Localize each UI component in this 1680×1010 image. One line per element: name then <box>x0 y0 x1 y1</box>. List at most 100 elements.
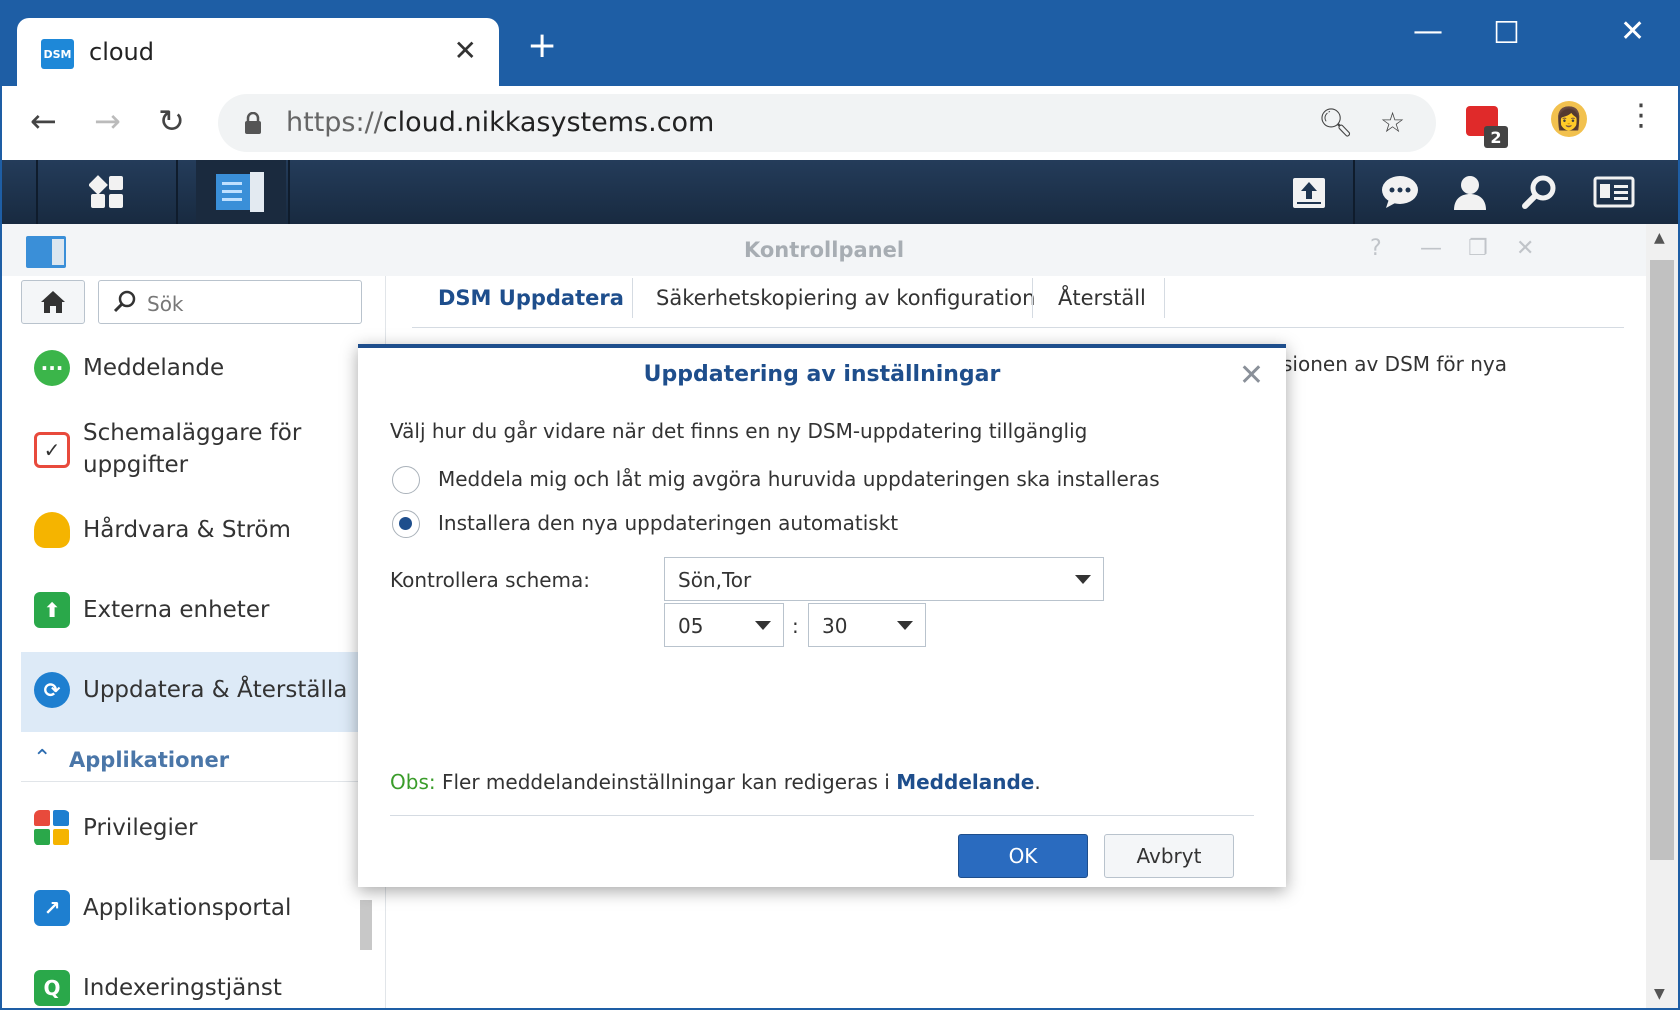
ok-button[interactable]: OK <box>958 834 1088 878</box>
dialog-divider <box>390 815 1254 816</box>
notifications-button[interactable] <box>1376 160 1424 224</box>
dsm-favicon-icon: DSM <box>41 39 74 69</box>
close-icon[interactable]: ✕ <box>1516 236 1534 261</box>
page-scrollbar[interactable]: ▲ ▼ <box>1646 224 1678 1010</box>
restore-icon[interactable]: ❐ <box>1468 236 1488 261</box>
minimize-icon[interactable]: — <box>1420 236 1442 261</box>
tab-divider <box>1164 278 1165 318</box>
sidebar-item-meddelande[interactable]: ··· Meddelande <box>21 332 359 412</box>
sidebar-item-label: Externa enheter <box>83 597 270 623</box>
refresh-icon: ⟳ <box>34 672 70 708</box>
sidebar-item-label: Uppdatera & Återställa <box>83 677 348 703</box>
sidebar-section-label: Applikationer <box>69 748 230 772</box>
sidebar-item-uppdatera-aterstalla[interactable]: ⟳ Uppdatera & Återställa <box>21 652 359 732</box>
bookmark-star-icon[interactable]: ☆ <box>1380 106 1405 139</box>
grid-icon <box>34 810 69 845</box>
chat-icon: ··· <box>34 350 70 386</box>
hour-select[interactable]: 05 <box>664 603 784 647</box>
taskbar-control-panel-button[interactable] <box>196 160 286 224</box>
more-menu-icon[interactable]: ⋮ <box>1626 98 1656 133</box>
sidebar-item-label: Indexeringstjänst <box>83 975 282 1001</box>
background-description: sionen av DSM för nya <box>1282 352 1508 376</box>
dialog-title: Uppdatering av inställningar <box>643 362 1001 387</box>
browser-toolbar: ← → ↻ https://cloud.nikkasystems.com 🔍︎ … <box>0 86 1680 160</box>
sidebar-item-hardvara[interactable]: Hårdvara & Ström <box>21 492 359 572</box>
upload-queue-button[interactable] <box>1285 160 1333 224</box>
url-text: https://cloud.nikkasystems.com <box>286 107 715 138</box>
lightbulb-icon <box>34 512 70 548</box>
note-body: Fler meddelandeinställningar kan rediger… <box>435 770 897 794</box>
dialog-description: Välj hur du går vidare när det finns en … <box>390 419 1088 443</box>
minimize-window-icon[interactable]: — <box>1413 14 1443 49</box>
user-icon <box>1454 176 1486 210</box>
back-arrow-icon[interactable]: ← <box>30 102 57 140</box>
sidebar-item-privilegier[interactable]: Privilegier <box>21 790 359 870</box>
scroll-down-icon[interactable]: ▼ <box>1654 986 1665 1002</box>
maximize-window-icon[interactable]: ☐ <box>1493 16 1520 51</box>
select-value: 30 <box>822 614 848 638</box>
sidebar-scrollbar[interactable] <box>360 900 372 950</box>
dsm-taskbar <box>0 160 1680 224</box>
tab-title: cloud <box>89 38 154 66</box>
select-value: Sön,Tor <box>678 568 752 592</box>
reload-icon[interactable]: ↻ <box>158 102 185 140</box>
main-menu-grid-icon <box>89 175 123 208</box>
scrollbar-thumb[interactable] <box>1650 260 1674 860</box>
cancel-button[interactable]: Avbryt <box>1104 834 1234 878</box>
zoom-icon[interactable]: 🔍︎ <box>1318 106 1354 139</box>
chevron-down-icon <box>755 621 771 630</box>
note-text: Obs: Fler meddelandeinställningar kan re… <box>390 770 1041 794</box>
time-separator: : <box>792 614 799 638</box>
sidebar-item-externa-enheter[interactable]: ⬆ Externa enheter <box>21 572 359 652</box>
calendar-icon: ✓ <box>34 432 70 468</box>
sidebar-item-indexeringstjanst[interactable]: Q Indexeringstjänst <box>21 950 359 1010</box>
user-options-button[interactable] <box>1446 160 1494 224</box>
tab-dsm-uppdatera[interactable]: DSM Uppdatera <box>438 278 624 318</box>
extension-badge-count: 2 <box>1484 126 1508 148</box>
address-bar[interactable]: https://cloud.nikkasystems.com 🔍︎ ☆ <box>218 94 1436 152</box>
sidebar-section-applikationer[interactable]: ⌃ Applikationer <box>21 742 359 782</box>
radio-label: Meddela mig och låt mig avgöra huruvida … <box>438 467 1160 491</box>
main-menu-button[interactable] <box>38 160 176 224</box>
schedule-days-select[interactable]: Sön,Tor <box>664 557 1104 601</box>
control-panel-icon <box>216 172 264 212</box>
minute-select[interactable]: 30 <box>808 603 926 647</box>
radio-button[interactable] <box>392 510 420 538</box>
help-icon[interactable]: ? <box>1370 236 1382 261</box>
taskbar-divider <box>1353 160 1355 224</box>
select-value: 05 <box>678 614 704 638</box>
tab-divider <box>632 278 633 318</box>
portal-icon: ↗ <box>34 890 70 926</box>
close-tab-icon[interactable]: ✕ <box>454 34 477 67</box>
search-placeholder: Sök <box>147 292 184 316</box>
tab-aterstall[interactable]: Återställ <box>1058 278 1146 318</box>
profile-avatar[interactable]: 👩 <box>1551 101 1587 137</box>
sidebar-item-applikationsportal[interactable]: ↗ Applikationsportal <box>21 870 359 950</box>
scroll-up-icon[interactable]: ▲ <box>1654 230 1665 246</box>
tab-sakerhetskopiering[interactable]: Säkerhetskopiering av konfiguration <box>656 278 1035 318</box>
sidebar-item-schemalaggare[interactable]: ✓ Schemaläggare för uppgifter <box>21 412 359 502</box>
close-window-icon[interactable]: ✕ <box>1620 14 1645 49</box>
close-icon[interactable]: ✕ <box>1239 358 1264 393</box>
radio-button[interactable] <box>392 466 420 494</box>
forward-arrow-icon[interactable]: → <box>94 102 121 140</box>
window-title: Kontrollpanel <box>743 238 905 262</box>
radio-label: Installera den nya uppdateringen automat… <box>438 511 899 535</box>
update-settings-dialog: Uppdatering av inställningar ✕ Välj hur … <box>358 344 1286 887</box>
home-button[interactable] <box>21 280 85 324</box>
widgets-button[interactable] <box>1586 160 1642 224</box>
note-suffix: . <box>1034 770 1041 794</box>
chevron-down-icon <box>897 621 913 630</box>
new-tab-button[interactable]: + <box>527 28 557 64</box>
lock-icon <box>245 112 261 134</box>
chat-bubble-icon <box>1382 176 1418 208</box>
meddelande-link[interactable]: Meddelande <box>896 770 1034 794</box>
chevron-down-icon <box>1075 575 1091 584</box>
browser-tab[interactable]: DSM cloud ✕ <box>17 18 499 86</box>
chevron-up-icon: ⌃ <box>33 746 52 771</box>
sidebar-item-label: Schemaläggare för uppgifter <box>83 420 302 478</box>
search-button[interactable] <box>1516 160 1564 224</box>
sidebar-item-label: Meddelande <box>83 355 225 381</box>
browser-titlebar: DSM cloud ✕ + — ☐ ✕ <box>0 0 1680 86</box>
sidebar-search-input[interactable]: Sök <box>98 280 362 324</box>
